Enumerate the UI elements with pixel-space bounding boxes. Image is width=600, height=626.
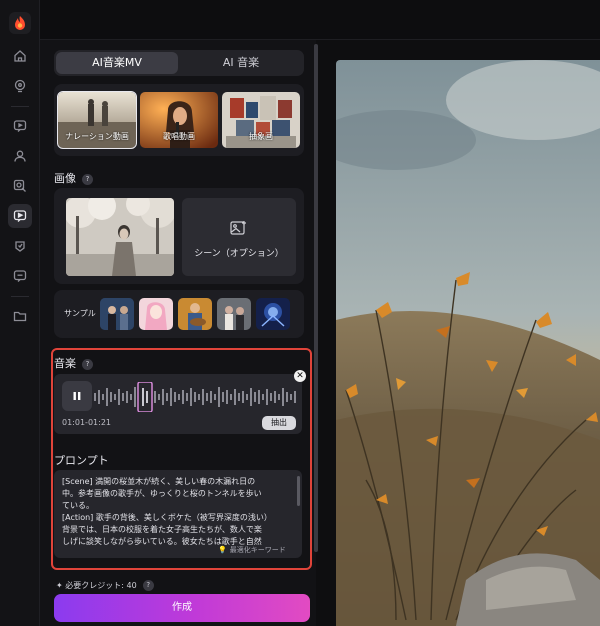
- create-button[interactable]: 作成: [54, 594, 310, 622]
- pause-button[interactable]: [62, 381, 92, 411]
- explore-icon[interactable]: [8, 74, 32, 98]
- waveform-icon: [94, 382, 296, 412]
- bulb-icon: 💡: [218, 546, 227, 554]
- time-range: 01:01-01:21: [62, 418, 111, 427]
- avatar-icon[interactable]: [8, 144, 32, 168]
- help-icon[interactable]: ?: [142, 580, 154, 591]
- optimize-keyword-button[interactable]: 💡 最適化キーワード: [218, 545, 286, 555]
- sample-thumb[interactable]: [139, 298, 173, 330]
- top-bar: [40, 0, 600, 40]
- panel-scrollbar[interactable]: [314, 44, 318, 552]
- prompt-line: [Scene] 満開の桜並木が続く、美しい春の木漏れ日の: [62, 477, 256, 486]
- home-icon[interactable]: [8, 44, 32, 68]
- sample-thumb[interactable]: [178, 298, 212, 330]
- left-rail: [0, 0, 40, 626]
- prompt-line: 背景では、日本の校服を着た女子高生たちが、数人で楽: [62, 525, 262, 534]
- mode-tabs: AI音楽MV AI 音楽: [54, 50, 304, 76]
- face-swap-icon[interactable]: [8, 174, 32, 198]
- image-section-title: 画像?: [54, 170, 93, 186]
- sample-thumb[interactable]: [217, 298, 251, 330]
- required-credits: ✦ 必要クレジット: 40?: [56, 580, 154, 591]
- translate-icon[interactable]: [8, 264, 32, 288]
- help-icon[interactable]: ?: [82, 174, 93, 185]
- sparkle-icon: ✦: [56, 581, 66, 590]
- tab-ai-music[interactable]: AI 音楽: [180, 52, 302, 74]
- help-icon[interactable]: ?: [82, 359, 93, 370]
- prompt-text: [Scene] 満開の桜並木が続く、美しい春の木漏れ日の 中。参考画像の歌手が、…: [62, 476, 290, 548]
- app-logo-icon[interactable]: [9, 12, 31, 34]
- style-abstract[interactable]: 抽象画: [222, 92, 300, 148]
- music-mv-icon[interactable]: [8, 204, 32, 228]
- scene-option-button[interactable]: シーン（オプション）: [182, 198, 296, 276]
- prompt-line: 中。参考画像の歌手が、ゆっくりと桜のトンネルを歩い: [62, 489, 262, 498]
- extract-button[interactable]: 抽出: [262, 416, 296, 430]
- credits-label: 必要クレジット: 40: [65, 581, 137, 590]
- music-title-text: 音楽: [54, 357, 76, 370]
- music-section-title: 音楽?: [54, 355, 93, 371]
- image-title-text: 画像: [54, 172, 76, 185]
- sample-label: サンプル: [64, 309, 96, 318]
- chat-video-icon[interactable]: [8, 114, 32, 138]
- style-singing[interactable]: 歌唱動画: [140, 92, 218, 148]
- prompt-line: [Action] 歌手の背後、美しくボケた（被写界深度の浅い）: [62, 513, 272, 522]
- style-label: 抽象画: [249, 132, 273, 141]
- prompt-scrollbar[interactable]: [297, 476, 300, 506]
- style-narration[interactable]: ナレーション動画: [57, 91, 137, 149]
- reference-image[interactable]: [66, 198, 174, 276]
- folder-icon[interactable]: [8, 304, 32, 328]
- optimize-keyword-label: 最適化キーワード: [229, 546, 286, 554]
- remove-music-close-icon[interactable]: ✕: [294, 370, 306, 382]
- style-label: ナレーション動画: [65, 132, 129, 141]
- tab-ai-music-mv[interactable]: AI音楽MV: [56, 52, 178, 74]
- effects-icon[interactable]: [8, 234, 32, 258]
- sample-thumb[interactable]: [256, 298, 290, 330]
- scene-option-label: シーン（オプション）: [194, 249, 284, 259]
- preview-image: [336, 60, 600, 626]
- pause-icon: [73, 392, 81, 400]
- add-image-icon: [230, 221, 246, 235]
- sample-thumb[interactable]: [100, 298, 134, 330]
- style-selector: ナレーション動画 歌唱動画 抽象画: [54, 84, 304, 156]
- prompt-line: ている。: [62, 501, 94, 510]
- style-label: 歌唱動画: [163, 132, 195, 141]
- prompt-section-title: プロンプト: [54, 454, 109, 467]
